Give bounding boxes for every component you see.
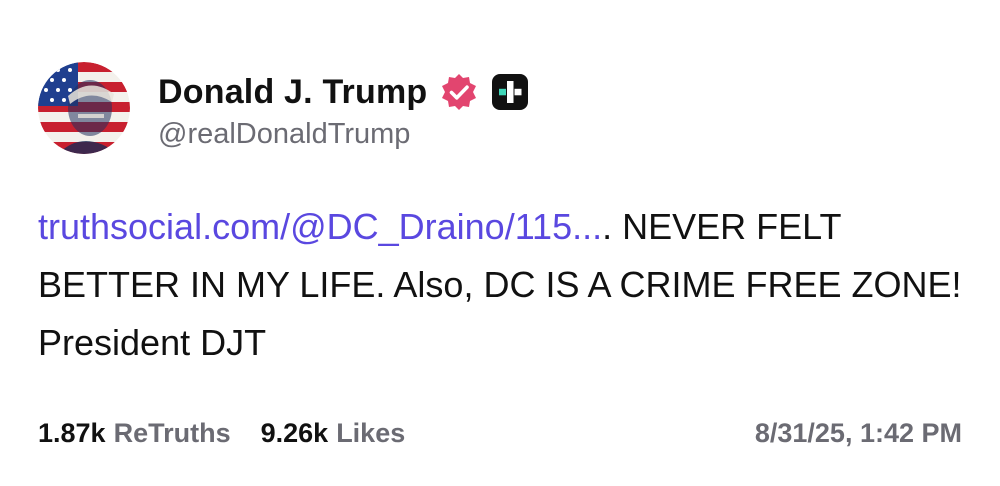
flag-portrait-avatar-icon [38, 62, 130, 154]
avatar[interactable] [38, 62, 130, 154]
truth-post: Donald J. Trump @realDonaldTrump truthso… [0, 0, 1000, 486]
retruths-count: 1.87k [38, 418, 106, 448]
retruths-stat[interactable]: 1.87k ReTruths [38, 418, 231, 449]
post-timestamp: 8/31/25, 1:42 PM [754, 418, 962, 448]
retruths-label: ReTruths [113, 418, 231, 448]
likes-stat[interactable]: 9.26k Likes [261, 418, 406, 449]
post-body: truthsocial.com/@DC_Draino/115.... NEVER… [38, 198, 968, 372]
verified-badge-icon [439, 72, 479, 112]
likes-label: Likes [336, 418, 406, 448]
author-display-name[interactable]: Donald J. Trump [158, 73, 427, 112]
post-link[interactable]: truthsocial.com/@DC_Draino/115... [38, 206, 602, 247]
post-stats: 1.87k ReTruths 9.26k Likes [38, 418, 435, 449]
likes-count: 9.26k [260, 418, 329, 448]
truth-plus-icon [491, 73, 529, 111]
author-name-row: Donald J. Trump [158, 70, 529, 114]
author-handle[interactable]: @realDonaldTrump [158, 118, 410, 151]
